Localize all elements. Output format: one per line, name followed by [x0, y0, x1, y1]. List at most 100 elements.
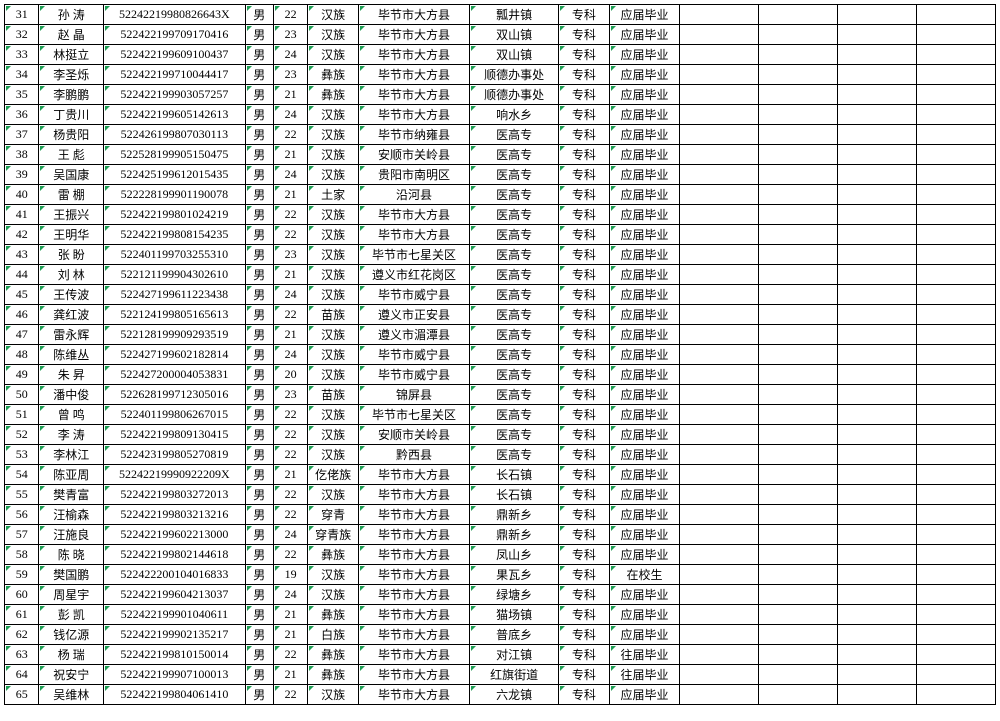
status-cell: 应届毕业: [609, 585, 680, 605]
name-cell: 赵 晶: [39, 25, 104, 45]
status-cell: 应届毕业: [609, 625, 680, 645]
sex-cell: 男: [245, 125, 273, 145]
status-cell: 应届毕业: [609, 605, 680, 625]
blank-cell: [917, 425, 996, 445]
blank-cell: [680, 545, 759, 565]
place-cell: 毕节市大方县: [358, 85, 469, 105]
sex-cell: 男: [245, 445, 273, 465]
blank-cell: [917, 445, 996, 465]
blank-cell: [917, 665, 996, 685]
place-cell: 沿河县: [358, 185, 469, 205]
blank-cell: [680, 345, 759, 365]
blank-cell: [680, 25, 759, 45]
age-cell: 22: [273, 5, 307, 25]
blank-cell: [838, 345, 917, 365]
ethnic-cell: 土家: [308, 185, 359, 205]
blank-cell: [759, 625, 838, 645]
status-cell: 应届毕业: [609, 405, 680, 425]
age-cell: 24: [273, 525, 307, 545]
ethnic-cell: 彝族: [308, 645, 359, 665]
blank-cell: [759, 305, 838, 325]
edu-cell: 专科: [559, 545, 610, 565]
blank-cell: [917, 645, 996, 665]
id-cell: 522528199905150475: [104, 145, 246, 165]
name-cell: 祝安宁: [39, 665, 104, 685]
table-row: 37杨贵阳522426199807030113男22汉族毕节市纳雍县医高专专科应…: [5, 125, 996, 145]
town-cell: 绿塘乡: [470, 585, 559, 605]
blank-cell: [917, 585, 996, 605]
age-cell: 23: [273, 245, 307, 265]
age-cell: 24: [273, 165, 307, 185]
blank-cell: [838, 665, 917, 685]
id-cell: 522427199611223438: [104, 285, 246, 305]
sex-cell: 男: [245, 685, 273, 705]
blank-cell: [759, 485, 838, 505]
place-cell: 遵义市正安县: [358, 305, 469, 325]
name-cell: 潘中俊: [39, 385, 104, 405]
table-row: 64祝安宁522422199907100013男21彝族毕节市大方县红旗街道专科…: [5, 665, 996, 685]
table-row: 45王传波522427199611223438男24汉族毕节市威宁县医高专专科应…: [5, 285, 996, 305]
row-number: 49: [5, 365, 39, 385]
place-cell: 遵义市红花岗区: [358, 265, 469, 285]
blank-cell: [680, 665, 759, 685]
edu-cell: 专科: [559, 285, 610, 305]
blank-cell: [759, 385, 838, 405]
town-cell: 医高专: [470, 225, 559, 245]
sex-cell: 男: [245, 525, 273, 545]
place-cell: 毕节市大方县: [358, 505, 469, 525]
id-cell: 522401199703255310: [104, 245, 246, 265]
ethnic-cell: 汉族: [308, 165, 359, 185]
row-number: 40: [5, 185, 39, 205]
edu-cell: 专科: [559, 465, 610, 485]
blank-cell: [759, 605, 838, 625]
blank-cell: [680, 565, 759, 585]
edu-cell: 专科: [559, 585, 610, 605]
id-cell: 522422199810150014: [104, 645, 246, 665]
age-cell: 21: [273, 85, 307, 105]
status-cell: 应届毕业: [609, 85, 680, 105]
row-number: 53: [5, 445, 39, 465]
table-row: 54陈亚周52242219990922209X男21仡佬族毕节市大方县长石镇专科…: [5, 465, 996, 485]
town-cell: 医高专: [470, 405, 559, 425]
place-cell: 遵义市湄潭县: [358, 325, 469, 345]
age-cell: 23: [273, 65, 307, 85]
blank-cell: [917, 265, 996, 285]
sex-cell: 男: [245, 565, 273, 585]
name-cell: 丁贵川: [39, 105, 104, 125]
blank-cell: [917, 245, 996, 265]
ethnic-cell: 汉族: [308, 585, 359, 605]
blank-cell: [759, 345, 838, 365]
edu-cell: 专科: [559, 565, 610, 585]
edu-cell: 专科: [559, 525, 610, 545]
blank-cell: [917, 365, 996, 385]
ethnic-cell: 苗族: [308, 305, 359, 325]
blank-cell: [680, 385, 759, 405]
town-cell: 医高专: [470, 325, 559, 345]
town-cell: 医高专: [470, 125, 559, 145]
name-cell: 王传波: [39, 285, 104, 305]
blank-cell: [759, 285, 838, 305]
ethnic-cell: 汉族: [308, 325, 359, 345]
blank-cell: [680, 225, 759, 245]
row-number: 33: [5, 45, 39, 65]
blank-cell: [680, 145, 759, 165]
place-cell: 安顺市关岭县: [358, 425, 469, 445]
blank-cell: [680, 305, 759, 325]
sex-cell: 男: [245, 465, 273, 485]
blank-cell: [838, 545, 917, 565]
status-cell: 应届毕业: [609, 545, 680, 565]
edu-cell: 专科: [559, 365, 610, 385]
town-cell: 医高专: [470, 145, 559, 165]
edu-cell: 专科: [559, 485, 610, 505]
name-cell: 林挺立: [39, 45, 104, 65]
edu-cell: 专科: [559, 305, 610, 325]
blank-cell: [680, 505, 759, 525]
status-cell: 应届毕业: [609, 505, 680, 525]
blank-cell: [838, 585, 917, 605]
sex-cell: 男: [245, 5, 273, 25]
status-cell: 应届毕业: [609, 445, 680, 465]
status-cell: 应届毕业: [609, 385, 680, 405]
blank-cell: [680, 525, 759, 545]
blank-cell: [917, 25, 996, 45]
id-cell: 522422199609100437: [104, 45, 246, 65]
